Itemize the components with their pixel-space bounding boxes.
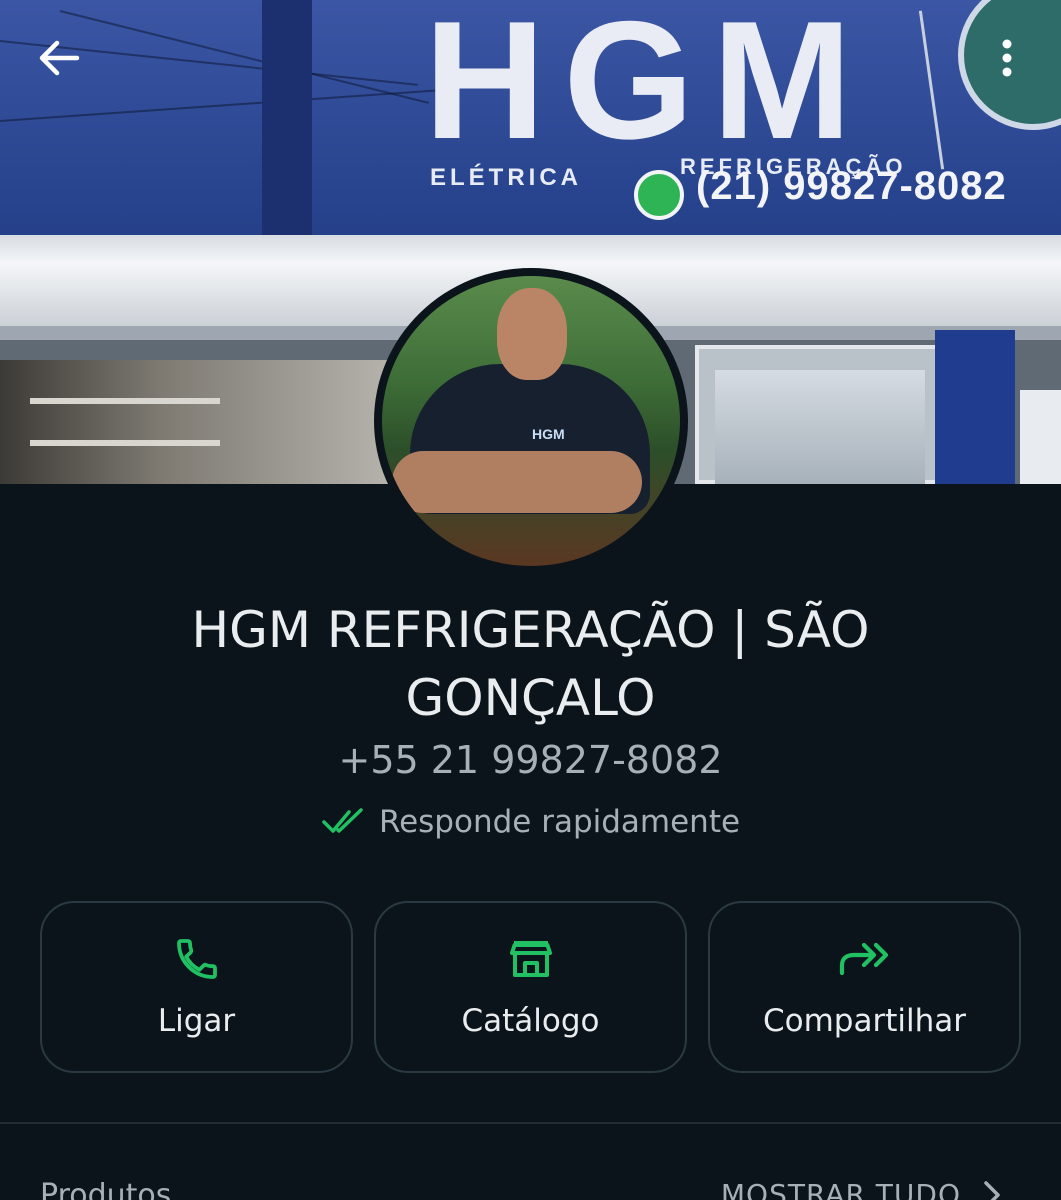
action-buttons: Ligar Catálogo Compartilhar xyxy=(40,901,1021,1073)
show-all-button[interactable]: MOSTRAR TUDO xyxy=(721,1178,1001,1200)
more-options-button[interactable] xyxy=(978,30,1036,86)
catalog-button[interactable]: Catálogo xyxy=(374,901,687,1073)
whatsapp-logo-icon xyxy=(634,170,684,220)
phone-icon xyxy=(176,939,217,979)
profile-avatar[interactable]: HGM xyxy=(374,268,688,574)
products-title: Produtos xyxy=(40,1178,172,1200)
back-button[interactable] xyxy=(22,30,96,86)
arrow-back-icon xyxy=(39,40,80,76)
share-forward-icon xyxy=(839,942,888,976)
cover-sign-phone: (21) 99827-8082 xyxy=(696,164,1007,208)
chevron-right-icon xyxy=(984,1180,1000,1200)
catalog-button-label: Catálogo xyxy=(461,1003,600,1039)
share-button-label: Compartilhar xyxy=(763,1003,966,1039)
business-phone: +55 21 99827-8082 xyxy=(338,738,723,782)
response-status-label: Responde rapidamente xyxy=(378,804,741,840)
cover-sign-title: HGM xyxy=(424,0,870,174)
business-name: HGM REFRIGERAÇÃO | SÃO GONÇALO xyxy=(191,601,870,727)
cover-pole xyxy=(262,0,312,250)
avatar-photo: HGM xyxy=(382,276,680,566)
share-button[interactable]: Compartilhar xyxy=(708,901,1021,1073)
avatar-shirt-logo: HGM xyxy=(532,426,565,442)
products-section-header: Produtos MOSTRAR TUDO xyxy=(40,1178,1021,1200)
more-vert-icon xyxy=(1002,39,1012,77)
call-button-label: Ligar xyxy=(157,1003,236,1039)
response-status: Responde rapidamente xyxy=(0,804,1061,840)
storefront-icon xyxy=(509,941,552,977)
cover-shelf xyxy=(30,440,220,446)
show-all-label: MOSTRAR TUDO xyxy=(720,1178,961,1200)
cover-pillar xyxy=(935,330,1015,484)
cover-pillar xyxy=(1020,390,1061,484)
cover-shop-window-inner xyxy=(715,370,925,484)
cover-sign-left-text: ELÉTRICA xyxy=(430,164,582,191)
avatar-head xyxy=(497,288,567,380)
section-divider xyxy=(0,1122,1061,1124)
call-button[interactable]: Ligar xyxy=(40,901,353,1073)
cover-shelf xyxy=(30,398,220,404)
cover-shop-interior xyxy=(0,360,400,484)
avatar-arms xyxy=(392,451,642,513)
double-check-icon xyxy=(322,808,363,833)
